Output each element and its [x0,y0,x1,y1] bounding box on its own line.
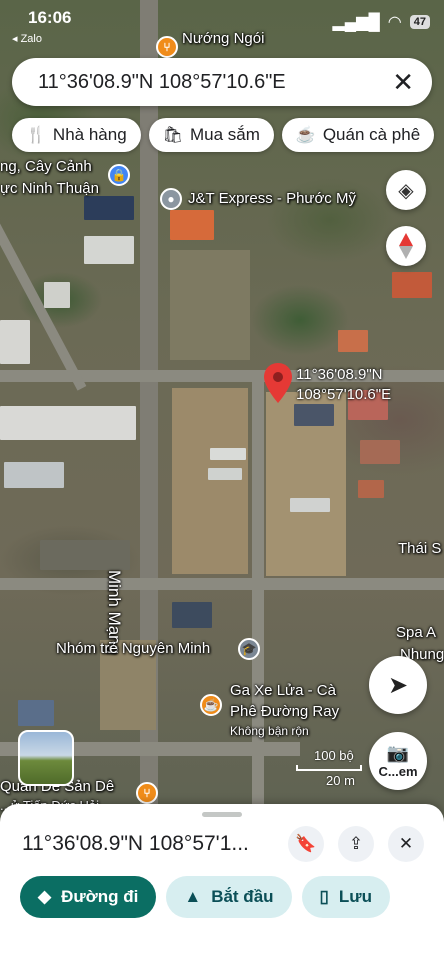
signal-icon: ▂▄▆█ [332,14,380,31]
navigation-arrow-icon: ➤ [387,671,409,699]
map-scale: 100 bộ 20 m [296,748,362,788]
close-icon[interactable]: ✕ [392,67,414,98]
battery-icon: 47 [409,15,430,29]
scale-feet: 100 bộ [314,748,354,763]
share-button[interactable]: ⇪ [338,826,374,862]
building-roof [358,480,384,498]
building-roof [290,498,330,512]
status-icons: ▂▄▆█ ◠ 47 [332,12,430,32]
warehouse-roof [0,406,136,440]
save-bookmark-button[interactable]: 🔖 [288,826,324,862]
building-roof [170,210,214,240]
post-poi-icon[interactable]: ● [160,188,182,210]
pin-coordinates-label: 11°36'08.9"N 108°57'10.6"E [296,365,391,405]
building-roof [392,272,432,298]
wifi-icon: ◠ [387,14,402,31]
building-roof [360,440,400,464]
poi-label-cafe-line2[interactable]: Phê Đường Ray [230,703,339,720]
building-roof [4,462,64,488]
directions-label: Đường đi [61,887,139,906]
place-title: 11°36'08.9"N 108°57'1... [22,832,249,855]
building-roof [338,330,368,352]
building-roof [294,404,334,426]
chip-cafes[interactable]: ☕ Quán cà phê [281,118,435,152]
building-roof [172,602,212,628]
search-bar[interactable]: 11°36'08.9"N 108°57'10.6"E ✕ [12,58,432,106]
camera-label: C...em [378,764,418,779]
school-poi-icon[interactable]: 🎓 [238,638,260,660]
restaurant-poi-icon[interactable]: ⑂ [136,782,158,804]
start-label: Bắt đầu [211,887,274,906]
road-horizontal [0,578,444,590]
location-pin-icon[interactable] [264,363,292,403]
poi-label-cafe-line1[interactable]: Ga Xe Lửa - Cà [230,682,336,699]
poi-label-thai[interactable]: Thái S [398,540,441,557]
action-buttons: ◆ Đường đi ▲ Bắt đầu ▯ Lưu [20,876,390,918]
poi-label-shop-line1[interactable]: ng, Cây Cảnh [0,158,92,175]
building-roof [84,236,134,264]
pin-label-line1: 11°36'08.9"N [296,366,383,383]
status-bar: 16:06 ◂ Zalo ▂▄▆█ ◠ 47 [0,0,444,46]
building-roof [210,448,246,460]
compass-button[interactable] [386,226,426,266]
camera-icon: 📷 [386,743,410,763]
layers-button[interactable]: ◈ [386,170,426,210]
place-bottom-sheet[interactable]: 11°36'08.9"N 108°57'1... 🔖 ⇪ ✕ ◆ Đường đ… [0,804,444,960]
road-vertical [252,378,264,818]
building-roof [40,540,130,570]
poi-label-spa-line1[interactable]: Spa A [396,624,436,641]
category-chips: 🍴 Nhà hàng 🛍 Mua sắm ☕ Quán cà phê [12,118,435,152]
my-location-button[interactable]: ➤ [369,656,427,714]
building-roof [0,320,30,364]
shopping-icon: 🛍 [162,127,183,144]
directions-icon: ◆ [38,887,52,906]
empty-lot [170,250,250,360]
shopping-poi-icon[interactable]: 🔒 [108,164,130,186]
building-roof [208,468,242,480]
cafe-icon: ☕ [295,127,316,144]
close-sheet-button[interactable]: ✕ [388,826,424,862]
chip-restaurants[interactable]: 🍴 Nhà hàng [12,118,141,152]
start-button[interactable]: ▲ Bắt đầu [166,876,292,918]
navigation-arrow-icon: ▲ [184,887,202,906]
chip-label: Mua sắm [189,125,260,144]
directions-button[interactable]: ◆ Đường đi [20,876,157,918]
compass-icon [399,233,413,259]
building-roof [84,196,134,220]
status-time: 16:06 [28,8,72,27]
poi-label-cafe-busy: Không bận rộn [230,724,309,738]
share-icon: ⇪ [348,834,364,853]
back-to-app-link[interactable]: ◂ Zalo [12,32,42,45]
chip-label: Quán cà phê [322,125,421,144]
sheet-drag-handle[interactable] [202,812,242,817]
close-icon: ✕ [398,834,414,853]
poi-label-shop-line2[interactable]: ực Ninh Thuận [0,180,99,197]
building-roof [44,282,70,308]
bookmark-icon: ▯ [319,887,329,906]
chip-label: Nhà hàng [52,125,127,144]
pin-label-line2: 108°57'10.6"E [296,386,392,403]
lens-camera-button[interactable]: 📷 C...em [369,732,427,790]
save-label: Lưu [338,887,372,906]
poi-label-jt-express[interactable]: J&T Express - Phước Mỹ [188,190,356,207]
save-button[interactable]: ▯ Lưu [301,876,390,918]
chip-shopping[interactable]: 🛍 Mua sắm [148,118,274,152]
layers-icon: ◈ [398,179,414,202]
poi-label-kindergarten[interactable]: Nhóm trẻ Nguyên Minh [56,640,210,657]
scale-meters: 20 m [326,773,355,788]
restaurant-icon: 🍴 [26,127,46,144]
empty-lot [172,388,248,574]
building-roof [18,700,54,726]
bookmark-icon: 🔖 [295,834,317,853]
search-query[interactable]: 11°36'08.9"N 108°57'10.6"E [38,71,286,94]
street-view-thumbnail[interactable] [18,730,74,786]
cafe-poi-icon[interactable]: ☕ [200,694,222,716]
scale-bar [296,765,362,771]
